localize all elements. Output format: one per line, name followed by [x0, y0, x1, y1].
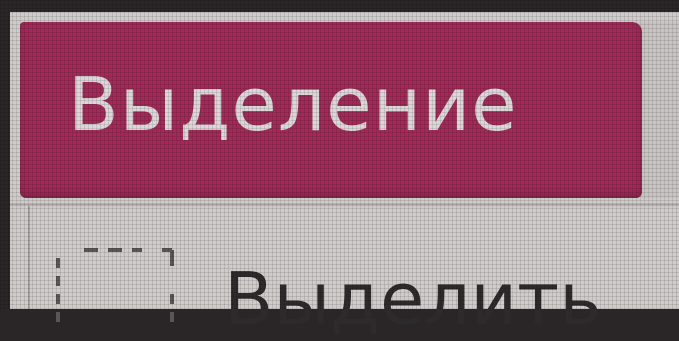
panel-edge: [636, 22, 679, 198]
menu-item-select[interactable]: Выделить: [10, 206, 679, 339]
menu-item-label: Выделить: [224, 257, 602, 341]
menu-item-divider: [28, 206, 30, 309]
menu-header: Выделение: [20, 22, 642, 198]
menu-header-title: Выделение: [68, 62, 518, 148]
selection-marquee-icon: [48, 234, 178, 324]
